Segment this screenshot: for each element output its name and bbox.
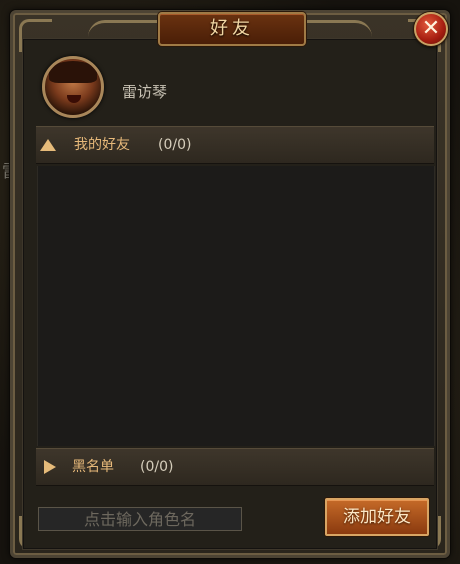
window-title: 好友 [210, 18, 254, 39]
blacklist-section-count: (0/0) [140, 459, 174, 475]
blacklist-section-title: 黑名单 [72, 459, 114, 475]
player-name: 雷访琴 [122, 83, 168, 101]
avatar-hair [49, 61, 97, 83]
triangle-right-icon [44, 460, 56, 474]
close-button[interactable]: ✕ [414, 12, 448, 46]
blacklist-section-header[interactable]: 黑名单 (0/0) [36, 448, 434, 486]
friend-list[interactable] [37, 166, 435, 446]
avatar[interactable] [42, 56, 104, 118]
add-friend-button[interactable]: 添加好友 [325, 498, 429, 536]
friends-section-header[interactable]: 我的好友 (0/0) [36, 126, 434, 164]
friends-section-count: (0/0) [158, 137, 192, 153]
title-ornament-left [88, 20, 158, 37]
player-profile: 雷访琴 [36, 52, 436, 126]
avatar-mouth [67, 95, 81, 103]
close-icon: ✕ [421, 16, 441, 41]
role-name-input[interactable] [38, 507, 242, 531]
triangle-up-icon [40, 139, 56, 151]
title-ornament-right [302, 20, 372, 37]
friends-section-title: 我的好友 [74, 137, 130, 153]
